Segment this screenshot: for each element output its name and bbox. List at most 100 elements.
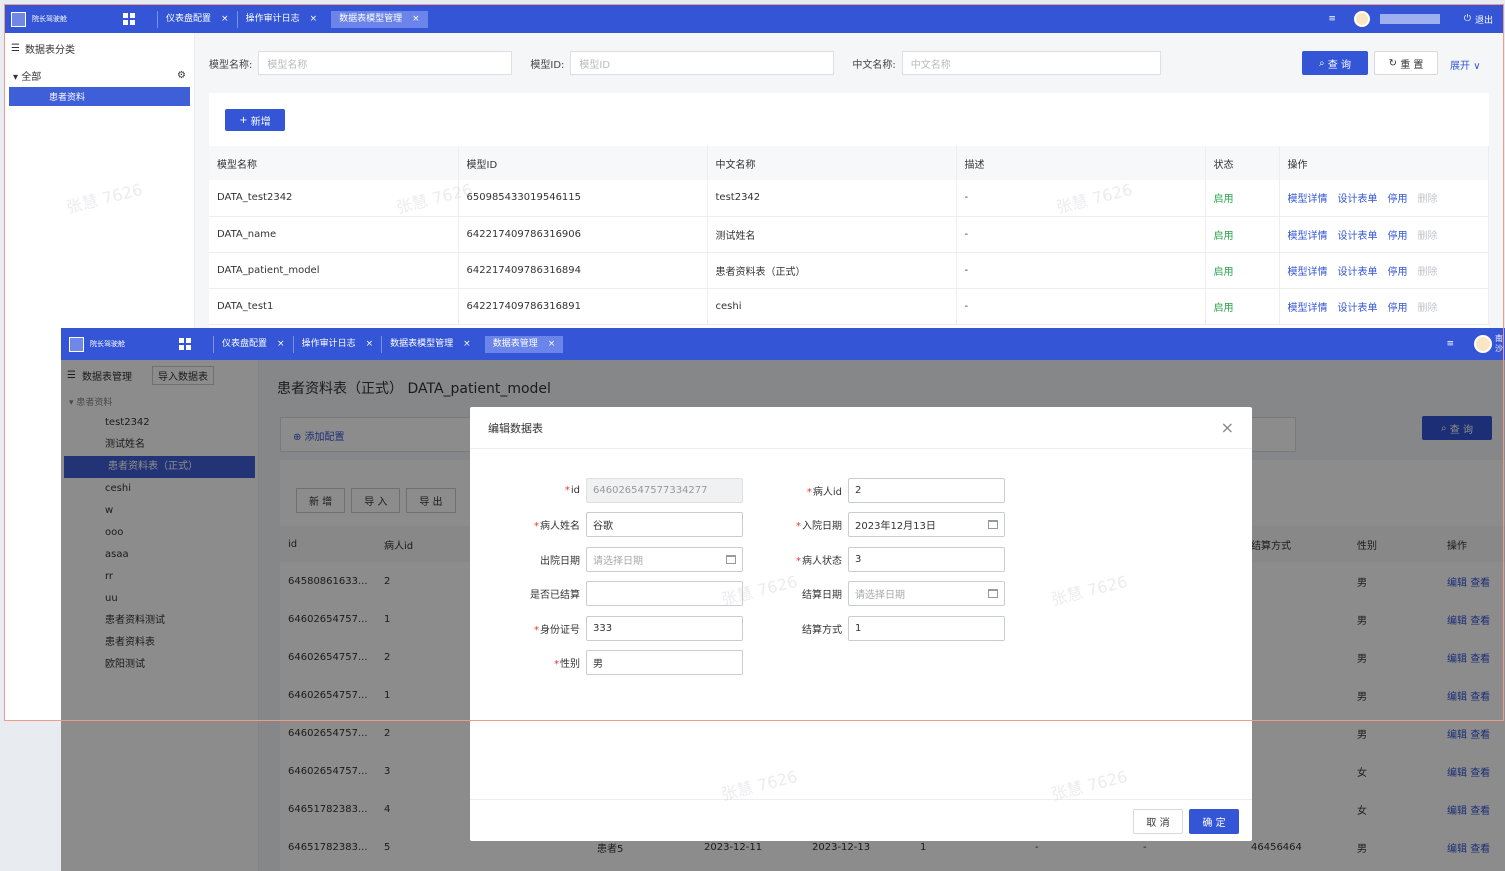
tab-model-management[interactable]: 数据表模型管理 ×: [381, 335, 479, 353]
cell-model-name: DATA_test1: [209, 288, 459, 325]
close-icon[interactable]: ×: [412, 11, 420, 28]
disable-link[interactable]: 停用: [1388, 267, 1408, 278]
table-row: DATA_patient_model 642217409786316894 患者资料…: [209, 252, 1489, 289]
settled-input[interactable]: [586, 581, 743, 606]
tab-dashboard-config[interactable]: 仪表盘配置 ×: [213, 335, 293, 353]
disable-link[interactable]: 停用: [1388, 194, 1408, 205]
model-table: 模型名称 模型ID 中文名称 描述 状态 操作 DATA_test2342 650…: [209, 146, 1489, 325]
cell-desc: -: [956, 252, 1206, 289]
plus-icon: +: [239, 114, 251, 126]
tab-data-table-management[interactable]: 数据表管理 ×: [484, 335, 564, 353]
disable-link[interactable]: 停用: [1388, 231, 1408, 242]
refresh-icon: ↻: [1388, 57, 1401, 69]
settle-way-input[interactable]: 1: [848, 616, 1005, 641]
close-icon[interactable]: ×: [310, 11, 318, 28]
model-id-input[interactable]: 模型ID: [570, 51, 835, 75]
field-id-card: *身份证号 333: [476, 616, 743, 641]
field-label: 病人id: [812, 487, 842, 498]
column-header: 操作: [1279, 146, 1489, 180]
avatar[interactable]: [1474, 335, 1492, 353]
query-button[interactable]: ⌕ 查 询: [1302, 51, 1368, 75]
discharge-date-placeholder: 请选择日期: [593, 556, 643, 567]
menu-icon[interactable]: ≡: [1328, 14, 1336, 24]
patient-name-input[interactable]: 谷歌: [586, 512, 743, 537]
gender-input[interactable]: 男: [586, 650, 743, 675]
cn-name-input[interactable]: 中文名称: [901, 51, 1161, 75]
add-button[interactable]: + 新增: [225, 109, 285, 131]
add-label: 新增: [250, 116, 271, 128]
field-label: 结算方式: [802, 625, 842, 636]
settle-date-picker[interactable]: 请选择日期: [848, 581, 1005, 606]
reset-button[interactable]: ↻ 重 置: [1374, 51, 1438, 75]
field-patient-status: *病人状态 3: [738, 547, 1005, 572]
admit-date-picker[interactable]: 2023年12月13日: [848, 512, 1005, 537]
cell-status: 启用: [1205, 252, 1280, 289]
cell-ops: 模型详情 设计表单 停用 删除: [1279, 180, 1489, 217]
field-gender: *性别男: [476, 650, 743, 675]
cell-model-name: DATA_patient_model: [209, 252, 459, 289]
field-patient-id: *病人id 2: [738, 478, 1005, 503]
cell-status: 启用: [1205, 216, 1280, 253]
tree-item-patient-info[interactable]: 患者资料: [9, 87, 190, 106]
app-name: 院长驾驶舱: [90, 340, 125, 348]
confirm-button[interactable]: 确 定: [1189, 809, 1239, 834]
cell-model-id: 642217409786316894: [458, 252, 708, 289]
model-detail-link[interactable]: 模型详情: [1288, 303, 1328, 314]
sidebar-header: ☰ 数据表分类: [5, 33, 194, 64]
close-icon[interactable]: ×: [463, 336, 471, 353]
patient-id-input[interactable]: 2: [848, 478, 1005, 503]
app-name: 院长驾驶舱: [32, 15, 67, 23]
cancel-button[interactable]: 取 消: [1133, 809, 1183, 834]
avatar[interactable]: [1353, 11, 1370, 27]
close-icon[interactable]: ×: [277, 336, 285, 353]
table-row: DATA_test2342 650985433019546115 test2342-…: [209, 180, 1489, 217]
model-detail-link[interactable]: 模型详情: [1288, 267, 1328, 278]
dialog-title: 编辑数据表: [488, 421, 543, 435]
caret-down-icon: ▾: [13, 72, 19, 83]
model-detail-link[interactable]: 模型详情: [1288, 194, 1328, 205]
tab-label: 操作审计日志: [245, 13, 300, 24]
tree-root-all[interactable]: ▾ 全部 ⚙: [5, 64, 194, 87]
cell-status: 启用: [1205, 288, 1280, 325]
tab-dashboard-config[interactable]: 仪表盘配置 ×: [157, 10, 237, 28]
close-icon[interactable]: ×: [221, 11, 229, 28]
tab-label: 仪表盘配置: [222, 338, 268, 349]
tab-model-management[interactable]: 数据表模型管理 ×: [331, 10, 428, 28]
disable-link[interactable]: 停用: [1388, 303, 1408, 314]
logout-button[interactable]: 退出: [1475, 13, 1493, 26]
model-detail-link[interactable]: 模型详情: [1288, 231, 1328, 242]
close-icon[interactable]: ×: [1221, 418, 1234, 437]
design-form-link[interactable]: 设计表单: [1338, 303, 1378, 314]
field-label: 病人状态: [802, 556, 842, 567]
tab-label: 数据表管理: [492, 338, 538, 349]
expand-link[interactable]: 展开 ∨: [1450, 57, 1481, 72]
settings-icon[interactable]: ⚙: [177, 70, 186, 81]
app-grid-icon[interactable]: [165, 328, 205, 360]
model-id-label: 模型ID:: [530, 59, 565, 71]
field-settle-date: 结算日期 请选择日期: [738, 581, 1005, 606]
delete-link: 删除: [1417, 230, 1438, 242]
tab-audit-log[interactable]: 操作审计日志 ×: [292, 335, 382, 353]
patient-status-input[interactable]: 3: [848, 547, 1005, 572]
discharge-date-picker[interactable]: 请选择日期: [586, 547, 743, 572]
column-header: 中文名称: [707, 146, 957, 180]
tab-audit-log[interactable]: 操作审计日志 ×: [236, 10, 326, 28]
id-card-input[interactable]: 333: [586, 616, 743, 641]
top-right-tools: ≡ ⏻ 退出: [1328, 5, 1503, 33]
design-form-link[interactable]: 设计表单: [1338, 194, 1378, 205]
column-header: 描述: [956, 146, 1206, 180]
menu-icon[interactable]: ≡: [1446, 339, 1454, 349]
app-logo[interactable]: 院长驾驶舱: [5, 5, 109, 33]
cell-model-id: 650985433019546115: [458, 180, 708, 217]
settle-date-placeholder: 请选择日期: [855, 590, 905, 601]
close-icon[interactable]: ×: [366, 336, 374, 353]
power-icon[interactable]: ⏻: [1464, 14, 1471, 24]
design-form-link[interactable]: 设计表单: [1338, 267, 1378, 278]
app-logo[interactable]: 院长驾驶舱: [61, 328, 165, 360]
app-grid-icon[interactable]: [109, 5, 149, 33]
design-form-link[interactable]: 设计表单: [1338, 231, 1378, 242]
model-name-input[interactable]: 模型名称: [258, 51, 513, 75]
user-name: 南沙: [1495, 334, 1503, 353]
top-nav-bar: 院长驾驶舱 仪表盘配置 × 操作审计日志 × 数据表模型管理 × 数据表管理 × ≡ 南…: [61, 328, 1505, 360]
close-icon[interactable]: ×: [548, 336, 556, 353]
